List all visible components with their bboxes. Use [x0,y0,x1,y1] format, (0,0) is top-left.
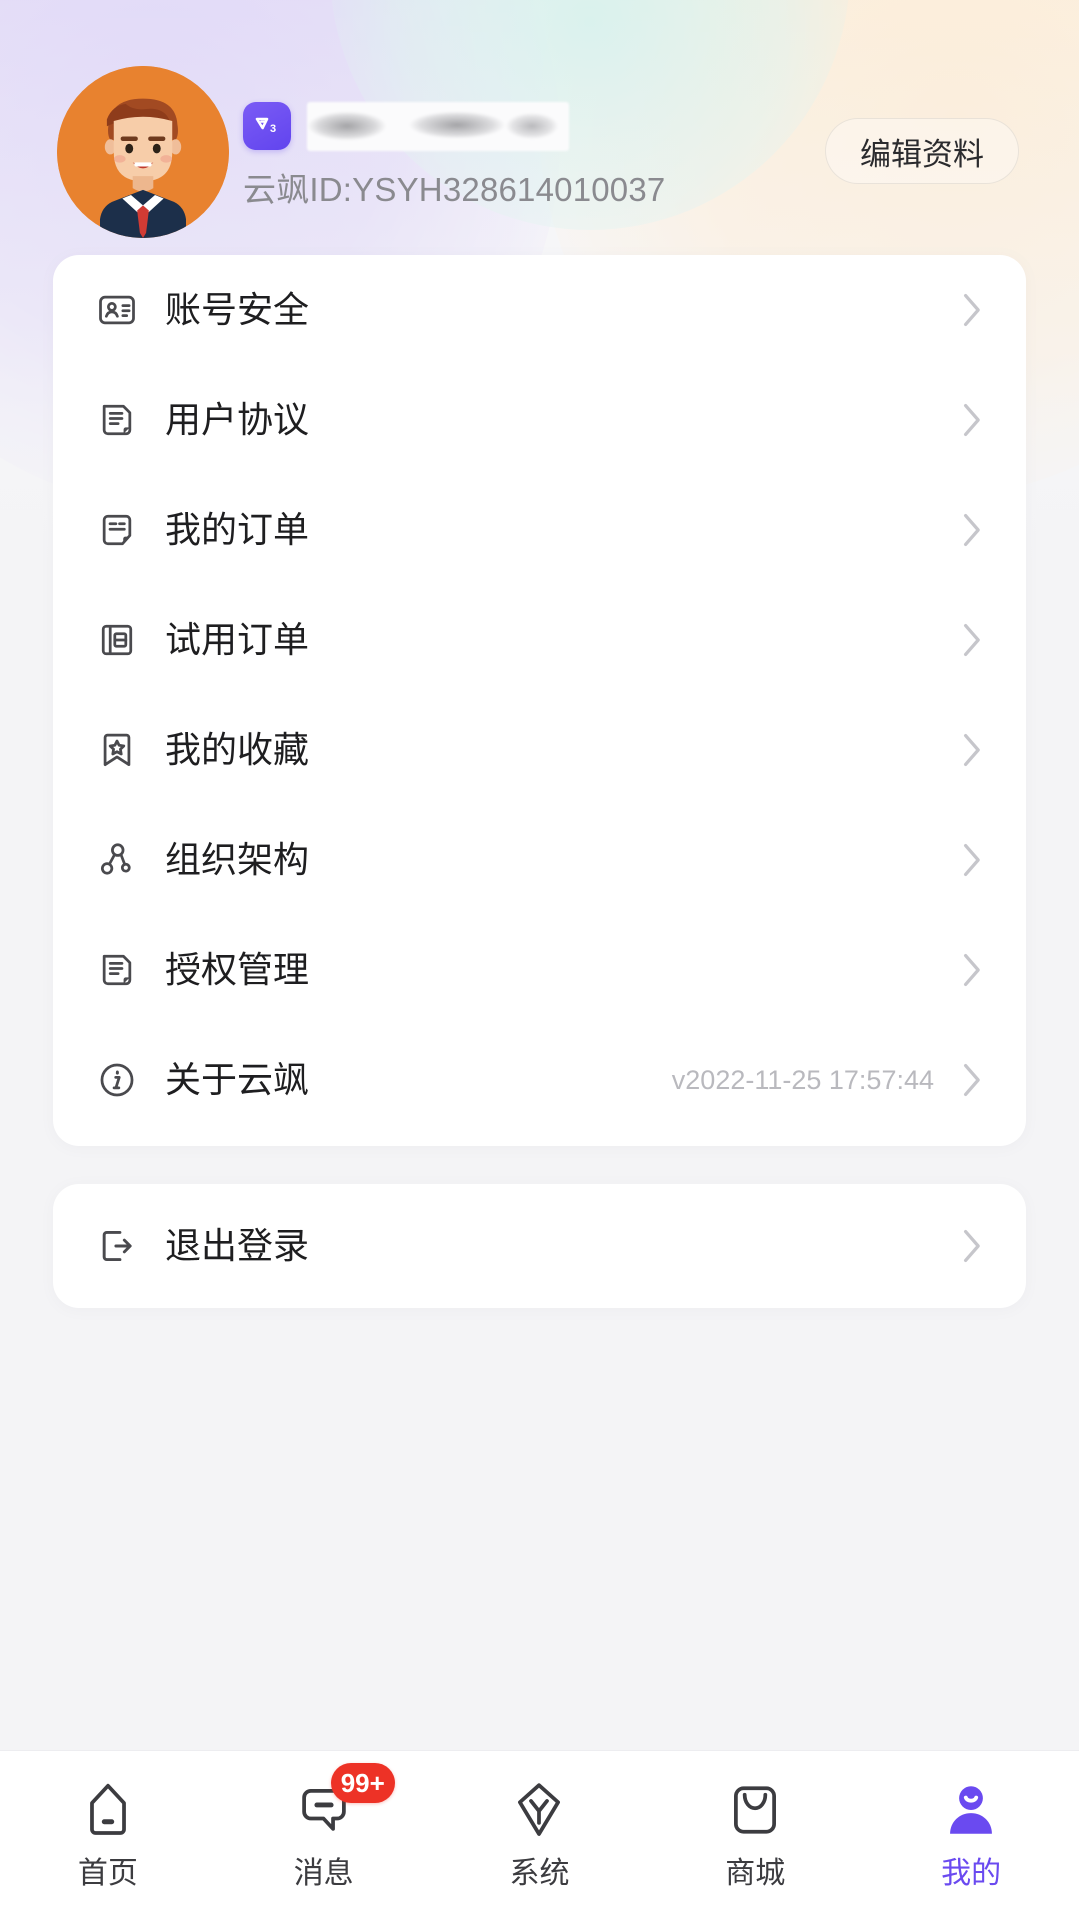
menu-item-my-favorites[interactable]: 我的收藏 [53,695,1026,805]
tab-system[interactable]: 系统 [432,1773,648,1892]
menu-item-label: 用户协议 [165,399,310,440]
profile-icon [934,1773,1008,1847]
user-id-text: 云飒ID:YSYH328614010037 [243,171,666,208]
avatar-illustration [57,66,229,238]
tab-label: 消息 [293,1857,354,1890]
v3-badge-icon: 3 [243,102,291,150]
bookmark-star-icon [93,726,141,774]
logout-label: 退出登录 [165,1225,310,1266]
message-icon: 99+ [287,1763,395,1847]
document-icon [93,946,141,994]
menu-item-label: 我的订单 [165,509,310,550]
menu-item-about[interactable]: 关于云飒 v2022-11-25 17:57:44 [53,1025,1026,1135]
menu-item-authorization-management[interactable]: 授权管理 [53,915,1026,1025]
chevron-right-icon [960,732,982,768]
edit-profile-button[interactable]: 编辑资料 [825,118,1019,184]
tab-home[interactable]: 首页 [0,1773,216,1892]
menu-item-label: 我的收藏 [165,729,310,770]
tab-label: 首页 [77,1857,138,1890]
chevron-right-icon [960,402,982,438]
menu-item-user-agreement[interactable]: 用户协议 [53,365,1026,475]
tab-shop[interactable]: 商城 [647,1773,863,1892]
menu-item-label: 授权管理 [165,949,310,990]
org-tree-icon [93,836,141,884]
order-note-icon [93,506,141,554]
logout-icon [93,1222,141,1270]
profile-header: 3 云飒ID:YSYH328614010037 编辑资料 [0,0,1079,250]
chevron-right-icon [960,292,982,328]
info-circle-icon [93,1056,141,1104]
avatar[interactable] [57,66,229,238]
app-version-text: v2022-11-25 17:57:44 [671,1064,934,1095]
chevron-right-icon [960,952,982,988]
menu-item-label: 组织架构 [165,839,310,880]
menu-item-label: 试用订单 [165,619,310,660]
menu-item-org-structure[interactable]: 组织架构 [53,805,1026,915]
tab-label: 我的 [941,1857,1002,1890]
unread-badge: 99+ [330,1763,395,1803]
home-icon [71,1773,145,1847]
menu-item-label: 关于云飒 [165,1059,310,1100]
bottom-tab-bar: 首页 99+ 消息 系统 商城 我的 [0,1750,1079,1919]
shop-icon [718,1773,792,1847]
menu-card: 账号安全 用户协议 我的订单 试用订单 我的收藏 组织架构 授权管理 关于云飒 … [53,255,1026,1146]
svg-text:3: 3 [270,123,276,135]
logout-card: 退出登录 [53,1184,1026,1308]
tab-label: 系统 [509,1857,570,1890]
chevron-right-icon [960,622,982,658]
document-icon [93,396,141,444]
menu-item-label: 账号安全 [165,289,310,330]
menu-item-trial-orders[interactable]: 试用订单 [53,585,1026,695]
profile-screen: 3 云飒ID:YSYH328614010037 编辑资料 账号安全 用户协议 我… [0,0,1079,1919]
chevron-right-icon [960,1062,982,1098]
user-name-redacted [307,101,569,151]
chevron-right-icon [960,1228,982,1264]
name-row: 3 [243,98,665,154]
system-icon [502,1773,576,1847]
chevron-right-icon [960,512,982,548]
tab-messages[interactable]: 99+ 消息 [216,1763,432,1892]
tab-label: 商城 [725,1857,786,1890]
menu-item-account-security[interactable]: 账号安全 [53,255,1026,365]
menu-item-my-orders[interactable]: 我的订单 [53,475,1026,585]
tab-profile[interactable]: 我的 [863,1773,1079,1892]
logout-button[interactable]: 退出登录 [53,1184,1026,1308]
identity-block: 3 云飒ID:YSYH328614010037 [243,98,665,210]
trial-book-icon [93,616,141,664]
id-card-icon [93,286,141,334]
chevron-right-icon [960,842,982,878]
